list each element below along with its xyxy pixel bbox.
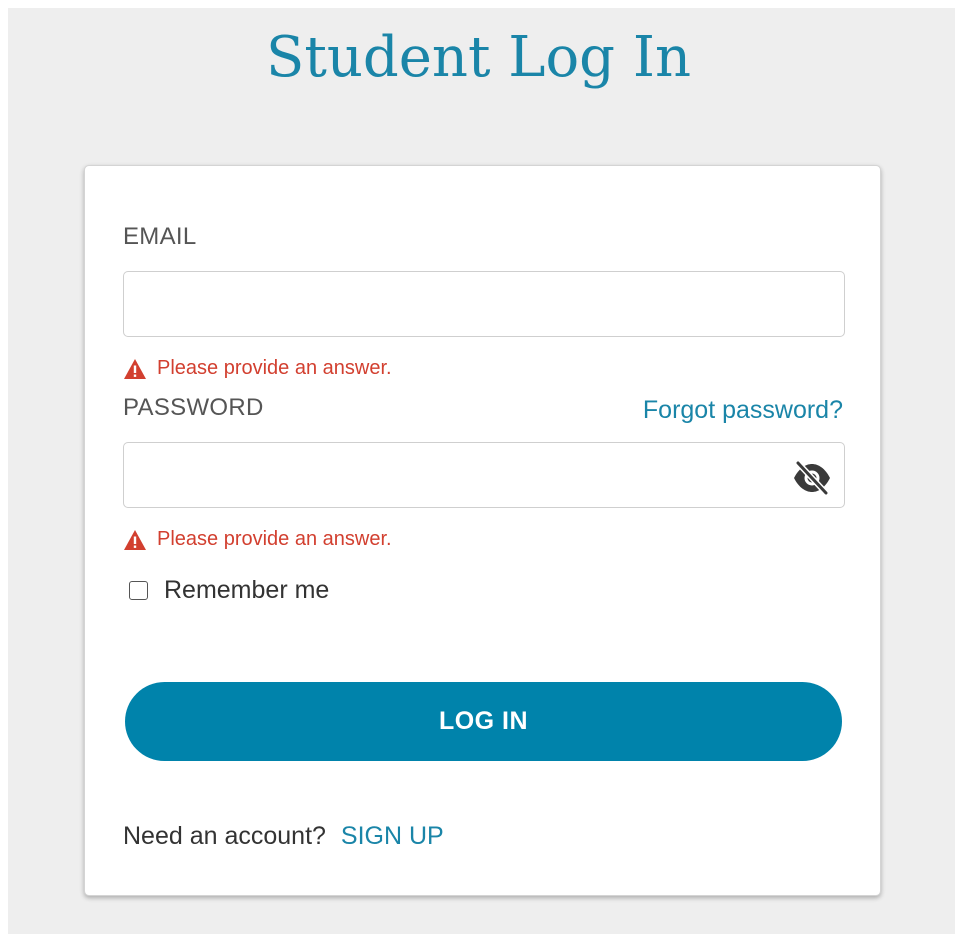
signup-prompt: Need an account?: [123, 822, 326, 850]
warning-icon: [124, 358, 146, 379]
password-label: PASSWORD: [123, 394, 264, 421]
page-title: Student Log In: [265, 25, 692, 90]
eye-slash-icon: [794, 461, 830, 495]
email-label: EMAIL: [123, 223, 197, 250]
warning-icon: [124, 529, 146, 550]
password-visibility-toggle[interactable]: [791, 458, 833, 498]
email-error-text: Please provide an answer.: [157, 357, 392, 379]
email-input[interactable]: [123, 271, 845, 337]
login-button[interactable]: LOG IN: [125, 682, 842, 761]
signup-link[interactable]: SIGN UP: [341, 822, 444, 850]
forgot-password-link[interactable]: Forgot password?: [643, 396, 843, 425]
remember-me-label[interactable]: Remember me: [164, 576, 329, 605]
signup-row: Need an account? SIGN UP: [123, 822, 444, 851]
password-error-text: Please provide an answer.: [157, 528, 392, 550]
password-error: Please provide an answer.: [123, 528, 392, 551]
password-input[interactable]: [123, 442, 845, 508]
remember-me-row: Remember me: [129, 576, 329, 605]
email-error: Please provide an answer.: [123, 357, 392, 380]
remember-me-checkbox[interactable]: [129, 581, 148, 600]
login-card: EMAIL Please provide an answer. PASSWORD…: [84, 165, 881, 896]
